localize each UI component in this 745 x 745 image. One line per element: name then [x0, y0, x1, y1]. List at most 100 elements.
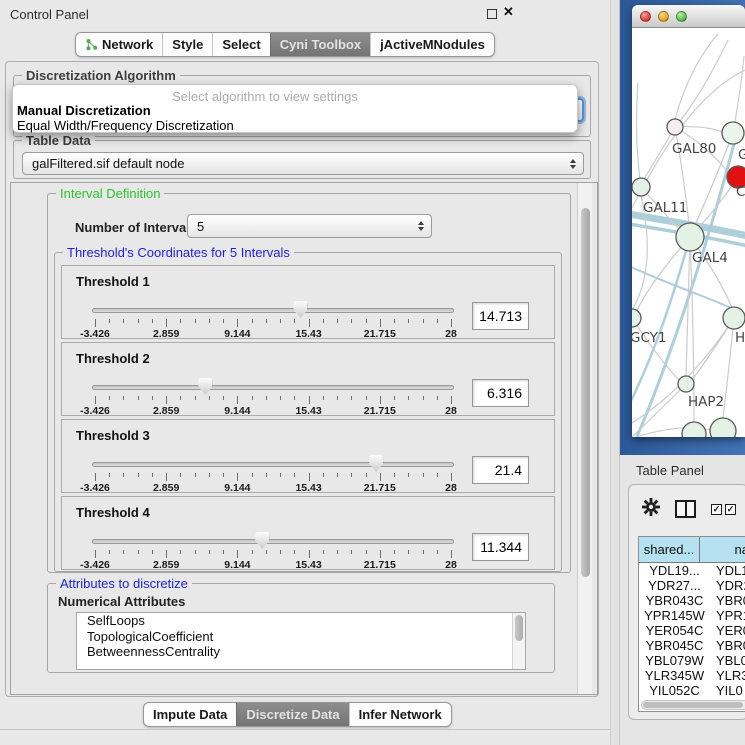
- table-row[interactable]: YIL052CYIL0: [639, 683, 745, 698]
- network-window-titlebar[interactable]: [632, 5, 745, 28]
- tab-select[interactable]: Select: [212, 33, 269, 56]
- table-row[interactable]: YER054CYER0: [639, 623, 745, 638]
- attribute-item-betweennesscentrality[interactable]: BetweennessCentrality: [77, 644, 525, 660]
- cell-shared-name: YBR045C: [639, 638, 710, 653]
- slider-tick-label: 21.715: [364, 559, 396, 571]
- column-header-shared[interactable]: shared...: [639, 537, 700, 563]
- tab-cyni-toolbox[interactable]: Cyni Toolbox: [270, 33, 370, 56]
- cell-name: YBL0: [710, 653, 745, 668]
- tab-impute-data[interactable]: Impute Data: [144, 703, 236, 726]
- table-row[interactable]: YBR043CYBR0: [639, 593, 745, 608]
- threshold-value-field[interactable]: 6.316: [472, 379, 529, 407]
- table-row[interactable]: YBR045CYBR0: [639, 638, 745, 653]
- scrollbar-thumb[interactable]: [581, 208, 590, 577]
- panel-gutter[interactable]: [610, 0, 620, 745]
- threshold-value-field[interactable]: 11.344: [472, 533, 529, 561]
- slider-tick: [180, 550, 181, 554]
- close-traffic-light-icon[interactable]: [640, 11, 651, 22]
- network-h-node[interactable]: [723, 307, 745, 329]
- threshold-value-field[interactable]: 14.713: [472, 302, 529, 330]
- slider-tick: [408, 319, 409, 323]
- tab-label: Select: [222, 37, 260, 52]
- gear-icon[interactable]: [642, 498, 660, 516]
- table-row[interactable]: YBL079WYBL0: [639, 653, 745, 668]
- slider-tick: [109, 550, 110, 554]
- slider-thumb[interactable]: [255, 532, 269, 549]
- tab-label: Impute Data: [153, 707, 227, 722]
- table-row[interactable]: YPR145WYPR1: [639, 608, 745, 623]
- slider-tick: [423, 319, 424, 323]
- network-gal11-node[interactable]: [632, 178, 650, 196]
- network-gal80-node[interactable]: [667, 119, 683, 135]
- column-header-name[interactable]: na: [700, 537, 745, 563]
- slider-tick: [323, 473, 324, 477]
- zoom-traffic-light-icon[interactable]: [676, 11, 687, 22]
- checkbox-icon[interactable]: ✓: [711, 504, 722, 515]
- slider-thumb[interactable]: [293, 301, 307, 318]
- table-panel: Table Panel ✓ ✓: [620, 455, 745, 745]
- table-data-combobox[interactable]: galFiltered.sif default node: [22, 152, 584, 175]
- slider-tick-label: -3.426: [80, 559, 110, 571]
- network-canvas[interactable]: GAL80GGAL11CGAL4GCY1HHAP2: [632, 28, 745, 437]
- close-icon[interactable]: ✕: [503, 4, 514, 20]
- network-node[interactable]: [710, 418, 736, 437]
- network-hap2-node[interactable]: [678, 376, 694, 392]
- slider-tick-label: 9.144: [224, 328, 250, 340]
- cell-name: YER0: [710, 623, 745, 638]
- thresholds-group: Threshold's Coordinates for 5 Intervals …: [54, 252, 562, 572]
- slider-track[interactable]: [92, 308, 454, 313]
- network-node[interactable]: [682, 422, 706, 437]
- minimize-traffic-light-icon[interactable]: [658, 11, 669, 22]
- tab-jactivemnodules[interactable]: jActiveMNodules: [370, 33, 494, 56]
- slider-tick: [351, 550, 352, 554]
- table-horizontal-scrollbar[interactable]: [641, 700, 745, 710]
- dropdown-prompt-item[interactable]: Select algorithm to view settings: [13, 89, 517, 104]
- slider-thumb[interactable]: [369, 455, 383, 472]
- network-gal4-node[interactable]: [676, 223, 704, 251]
- slider-tick: [252, 396, 253, 400]
- content-vertical-scrollbar[interactable]: [577, 183, 592, 694]
- threshold-label: Threshold 3: [76, 428, 150, 443]
- interval-definition-title: Interval Definition: [56, 186, 164, 201]
- slider-track[interactable]: [92, 385, 454, 390]
- slider-tick: [266, 319, 267, 323]
- table-row[interactable]: YDR27...YDR2: [639, 578, 745, 593]
- slider-tick: [223, 473, 224, 477]
- float-window-icon[interactable]: [487, 9, 497, 19]
- threshold-value-field[interactable]: 21.4: [472, 456, 529, 484]
- attribute-item-topologicalcoefficient[interactable]: TopologicalCoefficient: [77, 629, 525, 645]
- scrollbar-thumb[interactable]: [643, 702, 743, 708]
- list-scrollbar[interactable]: [512, 613, 525, 669]
- threshold-card-1: Threshold 1-3.4262.8599.14415.4321.71528…: [61, 265, 555, 339]
- tab-label: Infer Network: [359, 707, 442, 722]
- number-of-intervals-spinner[interactable]: 5: [187, 214, 432, 238]
- attribute-item-selfloops[interactable]: SelfLoops: [77, 613, 525, 629]
- numerical-attributes-list[interactable]: SelfLoopsTopologicalCoefficientBetweenne…: [76, 612, 526, 670]
- table-data-title: Table Data: [22, 133, 95, 148]
- slider-track[interactable]: [92, 462, 454, 467]
- table-row[interactable]: YLR345WYLR3: [639, 668, 745, 683]
- threshold-card-4: Threshold 4-3.4262.8599.14415.4321.71528…: [61, 496, 555, 570]
- slider-tick-label: 28: [445, 482, 457, 494]
- network-graph: GAL80GGAL11CGAL4GCY1HHAP2: [632, 28, 745, 437]
- tab-network[interactable]: Network: [76, 33, 162, 56]
- dropdown-option-equal-width-frequency[interactable]: Equal Width/Frequency Discretization: [17, 118, 234, 133]
- tab-infer-network[interactable]: Infer Network: [349, 703, 451, 726]
- slider-thumb[interactable]: [198, 378, 212, 395]
- slider-tick: [180, 319, 181, 323]
- cell-shared-name: YDR27...: [639, 578, 710, 593]
- split-columns-icon[interactable]: [675, 500, 696, 518]
- slider-tick: [380, 396, 381, 404]
- slider-tick: [123, 396, 124, 400]
- tab-discretize-data[interactable]: Discretize Data: [236, 703, 348, 726]
- slider-tick-label: 15.43: [295, 328, 321, 340]
- slider-track[interactable]: [92, 539, 454, 544]
- cell-shared-name: YLR345W: [639, 668, 710, 683]
- table-row[interactable]: YDL19...YDL1: [639, 563, 745, 578]
- node-label-hap2: HAP2: [688, 394, 724, 410]
- checkbox-icon[interactable]: ✓: [725, 504, 736, 515]
- network-node[interactable]: [722, 122, 744, 144]
- network-gcy1-node[interactable]: [632, 309, 641, 327]
- tab-style[interactable]: Style: [162, 33, 212, 56]
- dropdown-option-manual-discretization[interactable]: Manual Discretization: [17, 103, 151, 118]
